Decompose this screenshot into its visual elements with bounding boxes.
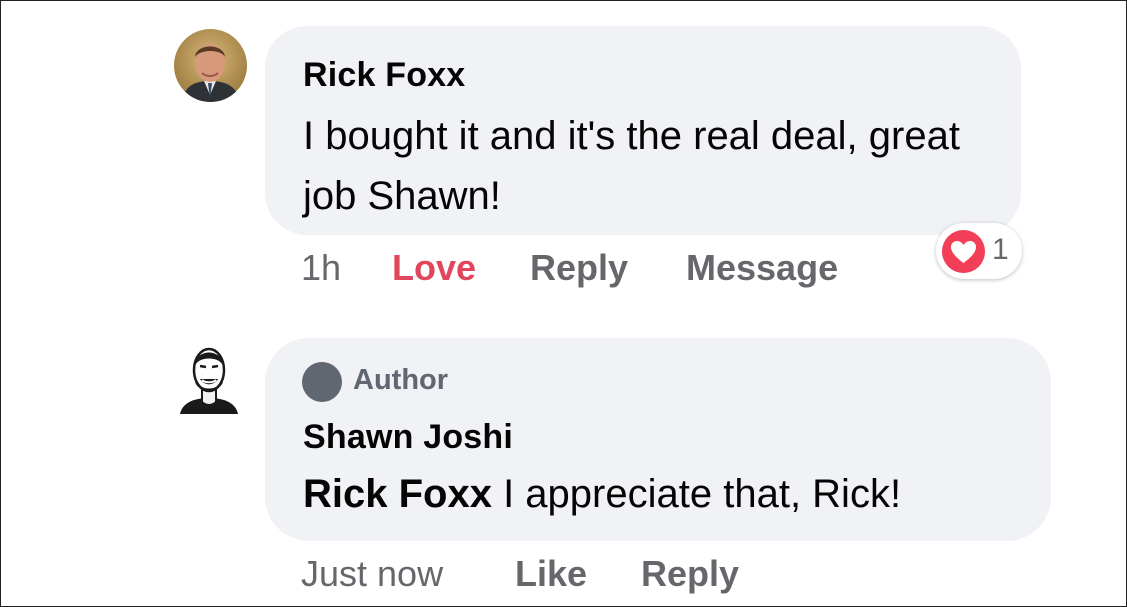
author-badge-label: Author bbox=[353, 364, 449, 396]
comment-bubble: Author Shawn Joshi Rick Foxx I appreciat… bbox=[265, 338, 1051, 541]
comment-timestamp[interactable]: 1h bbox=[301, 246, 341, 290]
comment-text: I bought it and it's the real deal, grea… bbox=[303, 114, 960, 218]
comment-timestamp[interactable]: Just now bbox=[301, 552, 443, 596]
profile-photo-icon bbox=[174, 29, 247, 102]
comment-author-name[interactable]: Shawn Joshi bbox=[303, 418, 513, 457]
like-button[interactable]: Like bbox=[515, 552, 587, 596]
comment-bubble: Rick Foxx I bought it and it's the real … bbox=[265, 26, 1021, 235]
author-badge-icon bbox=[302, 362, 342, 402]
profile-illustration-icon bbox=[180, 347, 238, 414]
avatar-shawn-joshi[interactable] bbox=[178, 342, 240, 414]
avatar-rick-foxx[interactable] bbox=[174, 29, 247, 102]
reaction-summary[interactable]: 1 bbox=[936, 223, 1022, 279]
reply-button[interactable]: Reply bbox=[641, 552, 739, 596]
message-button[interactable]: Message bbox=[686, 246, 838, 290]
comment-text: Rick Foxx I appreciate that, Rick! bbox=[303, 468, 901, 520]
comment-reply-text: I appreciate that, Rick! bbox=[491, 472, 902, 516]
mention-link[interactable]: Rick Foxx bbox=[303, 472, 492, 516]
heart-reaction-icon bbox=[942, 230, 985, 273]
love-button[interactable]: Love bbox=[392, 246, 476, 290]
reaction-count: 1 bbox=[992, 233, 1009, 266]
reply-button[interactable]: Reply bbox=[530, 246, 628, 290]
comment-author-name[interactable]: Rick Foxx bbox=[303, 56, 465, 95]
